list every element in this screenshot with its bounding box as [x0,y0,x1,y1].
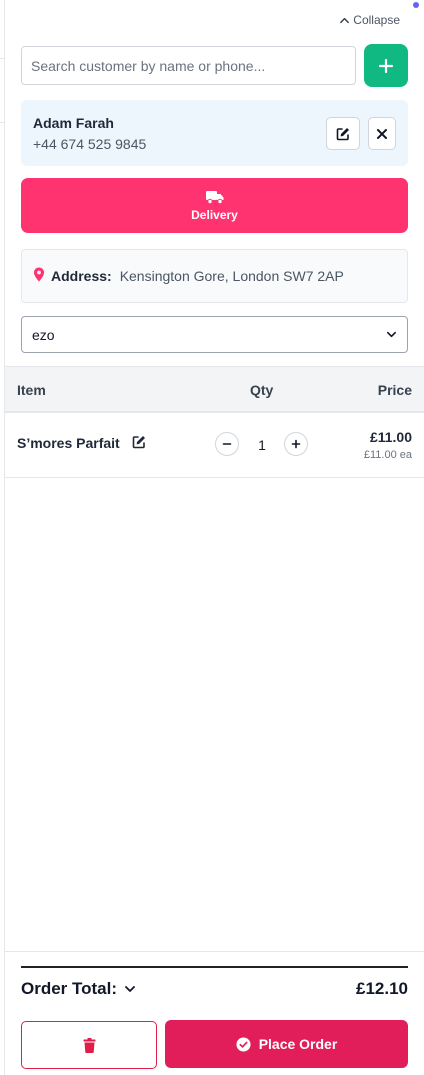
plus-icon [378,58,394,73]
customer-phone: +44 674 525 9845 [33,136,147,152]
place-order-button[interactable]: Place Order [165,1020,408,1068]
delivery-type-button[interactable]: Delivery [21,178,408,233]
trash-icon [83,1037,95,1053]
order-panel: Collapse Adam Farah +44 674 525 9845 [0,0,424,1075]
item-unit-price: £11.00 ea [363,449,412,461]
increase-qty-button[interactable] [284,432,308,456]
map-pin-icon [33,266,45,282]
decrease-qty-button[interactable] [215,432,239,456]
footer-divider [5,951,424,952]
truck-icon [205,191,223,205]
check-circle-icon [236,1036,251,1052]
column-header-item: Item [17,382,46,398]
collapse-label: Collapse [353,13,400,27]
table-row: S’mores Parfait 1 £11.00 £11.00 ea [5,413,424,478]
delivery-address: Address: Kensington Gore, London SW7 2AP [21,249,408,303]
status-dot [413,2,419,8]
items-table-header: Item Qty Price [5,366,424,413]
edit-item-icon[interactable] [131,434,147,450]
edit-icon [336,127,349,140]
address-value: Kensington Gore, London SW7 2AP [119,268,344,284]
item-qty: 1 [258,437,266,453]
order-option-select[interactable]: ezo [21,316,408,353]
close-icon [377,128,387,139]
order-total-label: Order Total: [21,979,118,998]
total-rule [21,966,408,968]
address-label: Address: [51,268,112,284]
place-order-label: Place Order [258,1036,338,1052]
plus-icon [291,439,301,449]
chevron-down-icon [387,331,396,338]
edit-customer-button[interactable] [326,117,360,150]
item-price: £11.00 [369,429,412,445]
chevron-down-icon [125,986,135,992]
divider-tick [0,122,5,123]
delivery-label: Delivery [191,208,238,222]
select-value: ezo [32,326,55,343]
customer-name: Adam Farah [33,115,114,131]
order-total-toggle[interactable]: Order Total: [21,979,136,999]
customer-search-input[interactable] [21,46,356,85]
order-total-value: £12.10 [356,979,408,998]
collapse-toggle[interactable]: Collapse [339,13,400,27]
column-header-qty: Qty [250,382,274,398]
clear-order-button[interactable] [21,1021,157,1069]
minus-icon [222,443,232,445]
column-header-price: Price [377,382,412,398]
chevron-up-icon [340,17,350,23]
add-customer-button[interactable] [364,44,408,87]
item-name: S’mores Parfait [17,435,120,451]
remove-customer-button[interactable] [368,117,396,150]
panel-divider [4,0,5,1075]
divider-tick [0,58,5,59]
selected-customer-card: Adam Farah +44 674 525 9845 [21,100,408,166]
